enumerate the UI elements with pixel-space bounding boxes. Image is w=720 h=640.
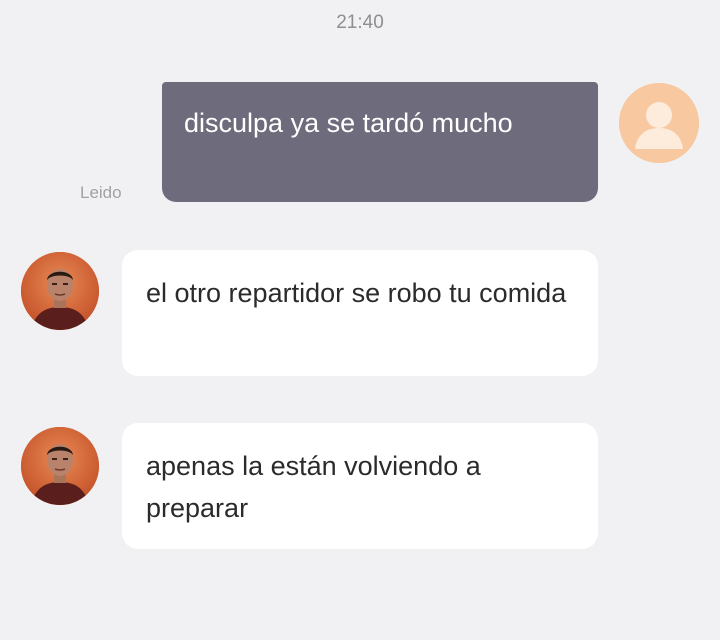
read-receipt-status: Leido [80,183,122,202]
user-photo-avatar [21,252,99,330]
message-text: disculpa ya se tardó mucho [184,108,513,138]
contact-avatar[interactable] [21,252,99,330]
user-photo-avatar [21,427,99,505]
outgoing-message-bubble[interactable]: disculpa ya se tardó mucho [162,82,598,202]
incoming-message-bubble[interactable]: apenas la están volviendo a preparar [122,423,598,549]
contact-avatar[interactable] [21,427,99,505]
message-text: apenas la están volviendo a preparar [146,451,481,523]
message-timestamp: 21:40 [336,12,384,33]
my-avatar[interactable] [619,83,699,163]
default-user-avatar-icon [619,83,699,163]
message-text: el otro repartidor se robo tu comida [146,278,567,308]
incoming-message-bubble[interactable]: el otro repartidor se robo tu comida [122,250,598,376]
